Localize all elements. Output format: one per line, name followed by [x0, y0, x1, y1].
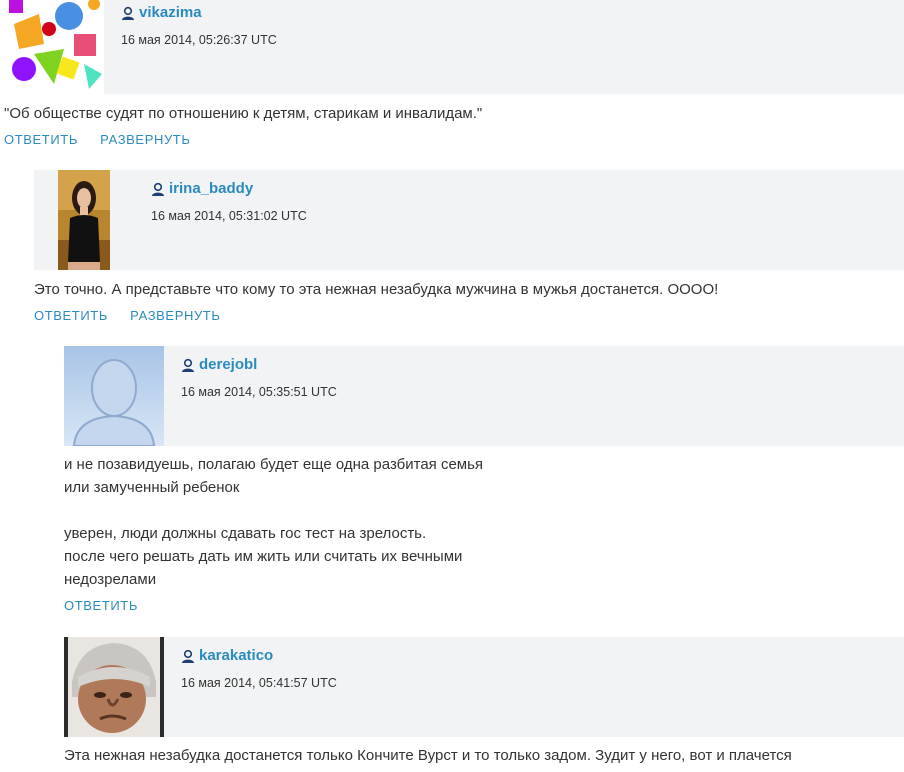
comment: vikazima 16 мая 2014, 05:26:37 UTC "Об о… — [4, 0, 904, 154]
comment-header: irina_baddy 16 мая 2014, 05:31:02 UTC — [34, 170, 904, 270]
comment-header: derejobl 16 мая 2014, 05:35:51 UTC — [64, 346, 904, 446]
comment-author: derejobl — [181, 355, 257, 373]
username-link[interactable]: vikazima — [139, 4, 202, 21]
comment-header: karakatico 16 мая 2014, 05:41:57 UTC — [64, 637, 904, 737]
comment-date: 16 мая 2014, 05:31:02 UTC — [151, 209, 307, 223]
username-link[interactable]: karakatico — [199, 647, 273, 664]
user-icon — [182, 649, 194, 663]
elderly-face-avatar — [64, 637, 164, 737]
comment-text: и не позавидуешь, полагаю будет еще одна… — [64, 456, 484, 588]
reply-button[interactable]: ОТВЕТИТЬ — [34, 308, 108, 323]
comment-author: karakatico — [181, 646, 273, 664]
comment-text: Это точно. А представьте что кому то эта… — [34, 281, 719, 298]
comment-author: irina_baddy — [151, 179, 253, 197]
geometric-shapes-avatar — [4, 0, 104, 94]
comment-header: vikazima 16 мая 2014, 05:26:37 UTC — [4, 0, 904, 94]
user-icon — [122, 6, 134, 20]
comment-actions: ОТВЕТИТЬ РАЗВЕРНУТЬ — [34, 308, 238, 323]
avatar[interactable] — [64, 637, 164, 737]
user-icon — [152, 182, 164, 196]
expand-button[interactable]: РАЗВЕРНУТЬ — [100, 132, 190, 147]
comment-text: "Об обществе судят по отношению к детям,… — [4, 105, 483, 122]
comment-date: 16 мая 2014, 05:26:37 UTC — [121, 33, 277, 47]
comment-date: 16 мая 2014, 05:41:57 UTC — [181, 676, 337, 690]
comment: derejobl 16 мая 2014, 05:35:51 UTC и не … — [64, 346, 904, 622]
reply-button[interactable]: ОТВЕТИТЬ — [4, 132, 78, 147]
avatar[interactable] — [64, 346, 164, 446]
person-photo-avatar — [58, 170, 110, 270]
avatar[interactable] — [58, 170, 110, 270]
user-icon — [182, 358, 194, 372]
username-link[interactable]: irina_baddy — [169, 180, 253, 197]
reply-button[interactable]: ОТВЕТИТЬ — [64, 598, 138, 613]
comment: irina_baddy 16 мая 2014, 05:31:02 UTC Эт… — [34, 170, 904, 330]
comment-text: Эта нежная незабудка достанется только К… — [64, 747, 792, 764]
default-avatar — [64, 346, 164, 446]
avatar[interactable] — [4, 0, 104, 94]
comment: karakatico 16 мая 2014, 05:41:57 UTC Эта… — [64, 637, 904, 772]
username-link[interactable]: derejobl — [199, 356, 257, 373]
expand-button[interactable]: РАЗВЕРНУТЬ — [130, 308, 220, 323]
comment-date: 16 мая 2014, 05:35:51 UTC — [181, 385, 337, 399]
comment-author: vikazima — [121, 3, 202, 21]
comment-actions: ОТВЕТИТЬ — [64, 598, 156, 613]
comment-actions: ОТВЕТИТЬ РАЗВЕРНУТЬ — [4, 132, 208, 147]
